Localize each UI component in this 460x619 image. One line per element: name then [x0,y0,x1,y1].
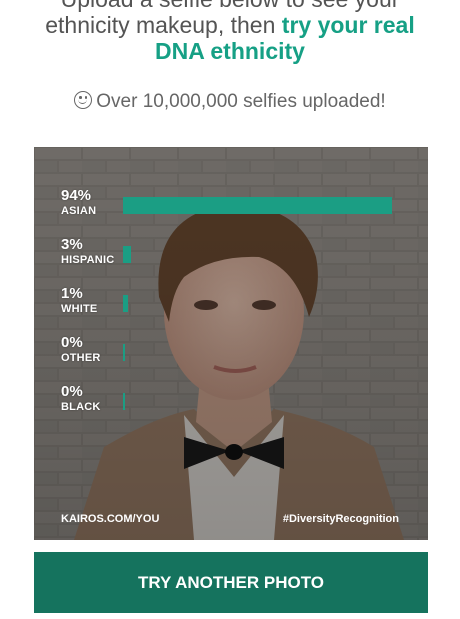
result-percent: 3% [61,236,83,253]
dna-link-part-2[interactable]: DNA ethnicity [0,38,460,64]
kairos-link[interactable]: KAIROS.COM/YOU [61,513,159,525]
selfie-count-tagline: Over 10,000,000 selfies uploaded! [0,91,460,113]
result-white: 1% WHITE [61,285,97,316]
result-asian: 94% ASIAN [61,187,96,218]
result-bar-white [123,295,128,312]
intro-line-2-text: ethnicity makeup, then [45,12,282,38]
result-label: OTHER [61,352,101,364]
result-label: HISPANIC [61,254,115,266]
result-percent: 94% [61,187,92,204]
result-bar-black [123,393,125,410]
smiley-icon [74,91,93,109]
try-another-photo-button[interactable]: TRY ANOTHER PHOTO [34,552,428,613]
result-percent: 0% [61,334,83,351]
result-label: WHITE [61,303,98,315]
result-other: 0% OTHER [61,334,101,365]
result-label: BLACK [61,401,101,413]
result-black: 0% BLACK [61,383,101,414]
result-bar-hispanic [123,246,131,263]
result-bar-asian [123,197,392,214]
result-label: ASIAN [61,205,97,217]
dna-link-part-1[interactable]: try your real [282,12,415,38]
result-bar-other [123,344,125,361]
result-percent: 1% [61,285,83,302]
result-hispanic: 3% HISPANIC [61,236,114,267]
result-percent: 0% [61,383,83,400]
selfie-result-image: 94% ASIAN 3% HISPANIC 1% WHITE 0% OTHER … [34,147,428,540]
intro-text: Upload a selfie below to see your ethnic… [0,0,460,64]
intro-line-1: Upload a selfie below to see your [0,0,460,12]
diversity-hashtag: #DiversityRecognition [282,513,399,525]
intro-line-2: ethnicity makeup, then try your real [0,12,460,38]
selfie-count-text: Over 10,000,000 selfies uploaded! [96,91,386,112]
